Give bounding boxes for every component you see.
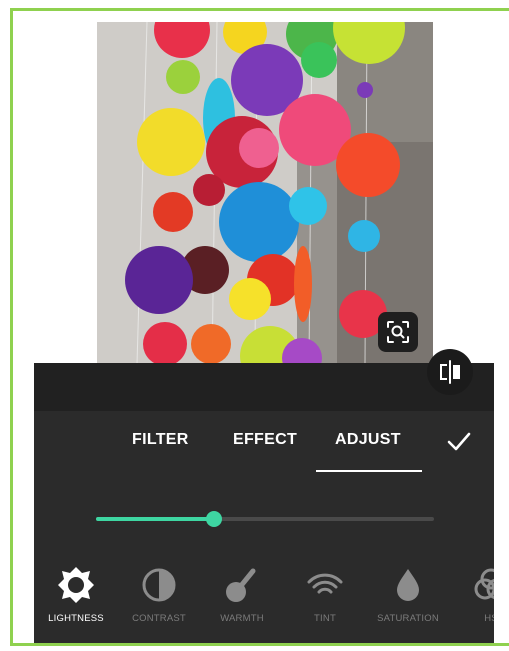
tool-label: SATURATION xyxy=(377,613,439,624)
slider-fill xyxy=(96,517,215,521)
editor-panel: FILTER EFFECT ADJUST LIGHTNESS CONTRAST … xyxy=(34,363,494,643)
zoom-button[interactable] xyxy=(378,312,418,352)
hsl-icon xyxy=(474,568,494,600)
tool-hsl[interactable]: HS xyxy=(451,563,494,624)
lightness-slider[interactable] xyxy=(96,511,434,527)
tab-filter[interactable]: FILTER xyxy=(132,431,189,449)
lightness-icon xyxy=(58,567,94,603)
check-icon xyxy=(447,432,471,451)
tool-tint[interactable]: TINT xyxy=(285,563,365,624)
tool-warmth[interactable]: WARMTH xyxy=(202,563,282,624)
tool-label: CONTRAST xyxy=(132,613,186,624)
tool-lightness[interactable]: LIGHTNESS xyxy=(36,563,116,624)
zoom-icon xyxy=(387,321,409,343)
tool-label: WARMTH xyxy=(220,613,264,624)
tab-bar: FILTER EFFECT ADJUST xyxy=(34,431,494,471)
tint-icon xyxy=(307,573,343,594)
adjust-tools-list: LIGHTNESS CONTRAST WARMTH TINT SATURATIO… xyxy=(34,563,494,643)
compare-icon xyxy=(440,360,460,384)
saturation-icon xyxy=(397,569,419,601)
tab-adjust-indicator xyxy=(316,470,422,472)
tool-label: HS xyxy=(484,613,494,624)
tool-contrast[interactable]: CONTRAST xyxy=(119,563,199,624)
frame-border-bottom xyxy=(10,643,509,646)
tab-effect[interactable]: EFFECT xyxy=(233,431,297,449)
photo-preview[interactable] xyxy=(97,22,433,364)
tool-label: TINT xyxy=(314,613,336,624)
slider-thumb[interactable] xyxy=(206,511,223,527)
warmth-icon xyxy=(226,568,256,602)
contrast-icon xyxy=(142,568,176,602)
confirm-button[interactable] xyxy=(446,429,472,455)
panel-header-bar xyxy=(34,363,494,411)
tab-adjust[interactable]: ADJUST xyxy=(335,431,401,449)
compare-button[interactable] xyxy=(427,349,473,395)
tool-label: LIGHTNESS xyxy=(48,613,104,624)
tool-saturation[interactable]: SATURATION xyxy=(368,563,448,624)
